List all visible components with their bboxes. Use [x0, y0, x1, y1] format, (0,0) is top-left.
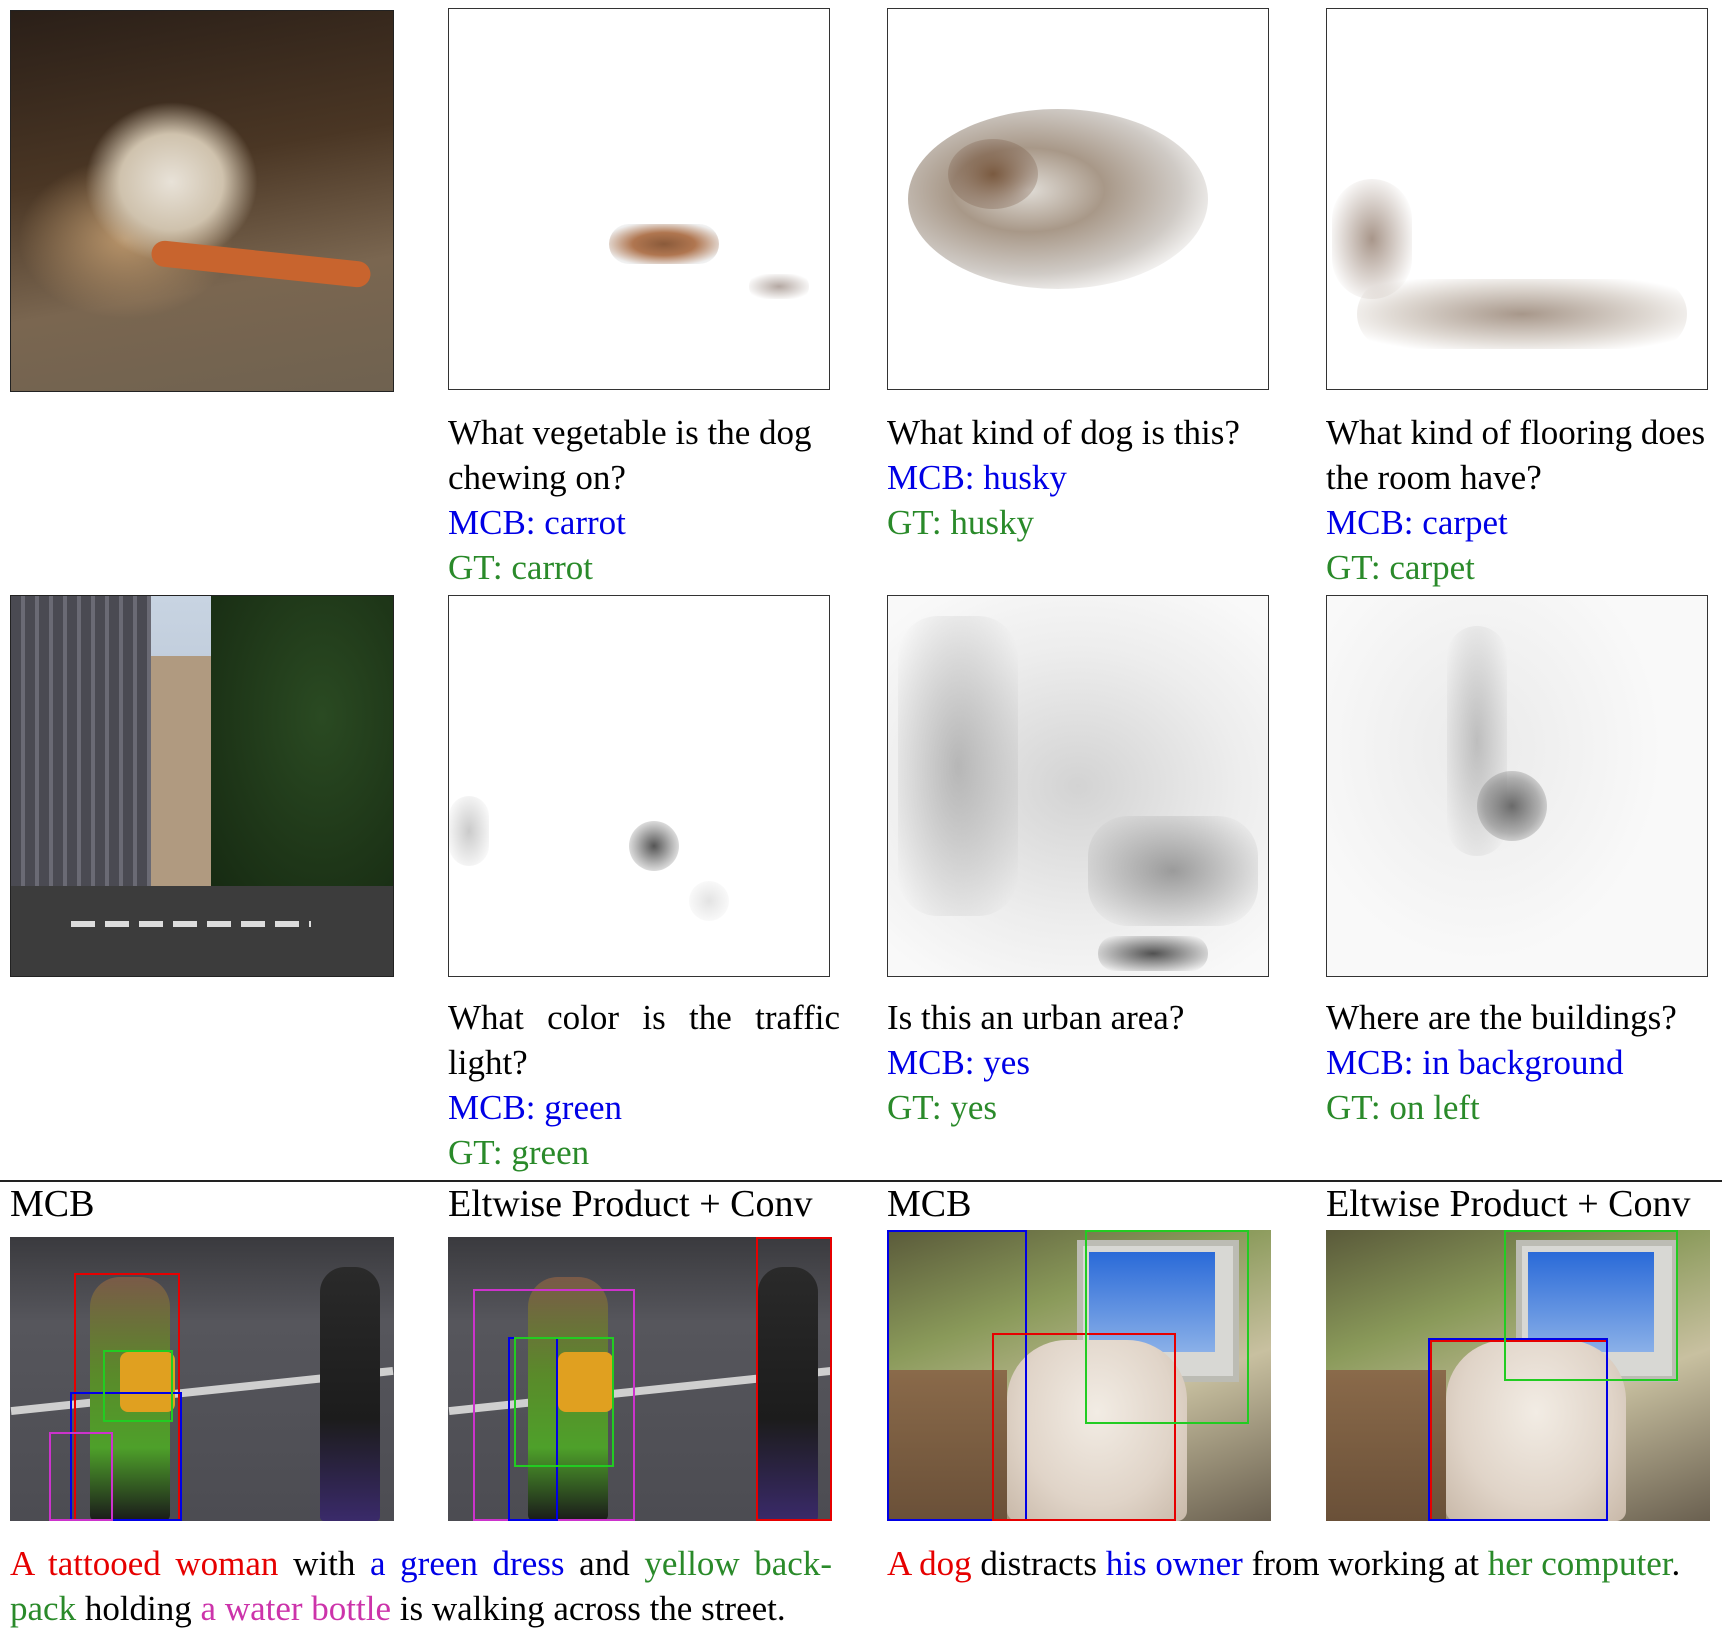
phrase: distracts — [971, 1544, 1106, 1583]
question-line: What vegetable is the dog — [448, 413, 812, 452]
gt-answer: GT: green — [448, 1133, 590, 1172]
mcb-answer: MCB: carrot — [448, 503, 626, 542]
caption-woman-line2: pack holding a water bottle is walking a… — [10, 1586, 832, 1631]
phrase: holding — [76, 1589, 201, 1628]
question-line: What kind of dog is this? — [887, 413, 1240, 452]
question-line: the room have? — [1326, 458, 1542, 497]
attention-map-traffic-light — [448, 595, 830, 977]
attention-map-buildings — [1326, 595, 1708, 977]
attention-map-urban — [887, 595, 1269, 977]
header-eltwise-left: Eltwise Product + Conv — [448, 1183, 813, 1225]
husky-photo — [10, 10, 394, 392]
phrase: A tattooed woman — [10, 1544, 279, 1583]
box-bottle — [49, 1432, 113, 1521]
woman-photo-mcb — [10, 1237, 394, 1521]
caption-woman-line1: A tattooed woman with a green dress and … — [10, 1541, 832, 1586]
buildings-left — [11, 596, 151, 896]
pedestrian-right — [320, 1267, 380, 1521]
phrase: pack — [10, 1589, 77, 1628]
caption-carrot: What vegetable is the dog chewing on? MC… — [448, 410, 843, 590]
street-photo — [10, 595, 394, 977]
phrase: is walking across the street. — [391, 1589, 786, 1628]
question-line: What kind of flooring does — [1326, 413, 1706, 452]
dog-computer-photo-mcb — [887, 1230, 1271, 1521]
attention-map-carrot — [448, 8, 830, 390]
gt-answer: GT: carrot — [448, 548, 593, 587]
box-pedestrian — [756, 1237, 832, 1521]
question-line: Where are the buildings? — [1326, 998, 1677, 1037]
question-line: chewing on? — [448, 458, 626, 497]
box-backpack — [103, 1350, 173, 1422]
phrase: yellow back- — [644, 1544, 832, 1583]
phrase: . — [1671, 1544, 1681, 1583]
attention-map-floor — [1326, 8, 1708, 390]
woman-photo-eltwise — [448, 1237, 832, 1521]
mcb-answer: MCB: carpet — [1326, 503, 1508, 542]
caption-woman: A tattooed woman with a green dress and … — [10, 1541, 832, 1631]
road — [11, 886, 393, 976]
phrase: her computer — [1487, 1544, 1672, 1583]
header-mcb-right: MCB — [887, 1183, 972, 1225]
mcb-answer: MCB: husky — [887, 458, 1067, 497]
caption-flooring: What kind of flooring does the room have… — [1326, 410, 1721, 590]
attention-map-dog — [887, 8, 1269, 390]
phrase: his owner — [1105, 1544, 1243, 1583]
box-computer — [1085, 1230, 1249, 1424]
phrase: with — [278, 1544, 370, 1583]
caption-traffic-light: What color is the traffic light? MCB: gr… — [448, 995, 840, 1175]
phrase: and — [564, 1544, 645, 1583]
gt-answer: GT: carpet — [1326, 548, 1475, 587]
gt-answer: GT: husky — [887, 503, 1035, 542]
gt-answer: GT: on left — [1326, 1088, 1480, 1127]
dog-computer-photo-eltwise — [1326, 1230, 1710, 1521]
buildings-mid — [151, 656, 211, 896]
phrase: from working at — [1242, 1544, 1488, 1583]
caption-dog-kind: What kind of dog is this? MCB: husky GT:… — [887, 410, 1282, 545]
gt-answer: GT: yes — [887, 1088, 998, 1127]
caption-dog-line1: A dog distracts his owner from working a… — [887, 1541, 1717, 1586]
carrot-shape — [150, 239, 372, 289]
mcb-answer: MCB: green — [448, 1088, 623, 1127]
question-line: light? — [448, 1043, 528, 1082]
mcb-answer: MCB: in background — [1326, 1043, 1624, 1082]
phrase: a water bottle — [200, 1589, 391, 1628]
box-backpack — [514, 1337, 614, 1467]
phrase: a green dress — [369, 1544, 565, 1583]
question-line: Is this an urban area? — [887, 998, 1185, 1037]
trees-right — [211, 596, 393, 896]
header-mcb-left: MCB — [10, 1183, 95, 1225]
caption-urban: Is this an urban area? MCB: yes GT: yes — [887, 995, 1282, 1130]
mcb-answer: MCB: yes — [887, 1043, 1030, 1082]
question-line: What color is the traffic — [448, 998, 840, 1037]
header-eltwise-right: Eltwise Product + Conv — [1326, 1183, 1691, 1225]
caption-buildings: Where are the buildings? MCB: in backgro… — [1326, 995, 1721, 1130]
phrase: A dog — [887, 1544, 972, 1583]
caption-dog: A dog distracts his owner from working a… — [887, 1541, 1717, 1586]
box-computer — [1504, 1230, 1678, 1381]
